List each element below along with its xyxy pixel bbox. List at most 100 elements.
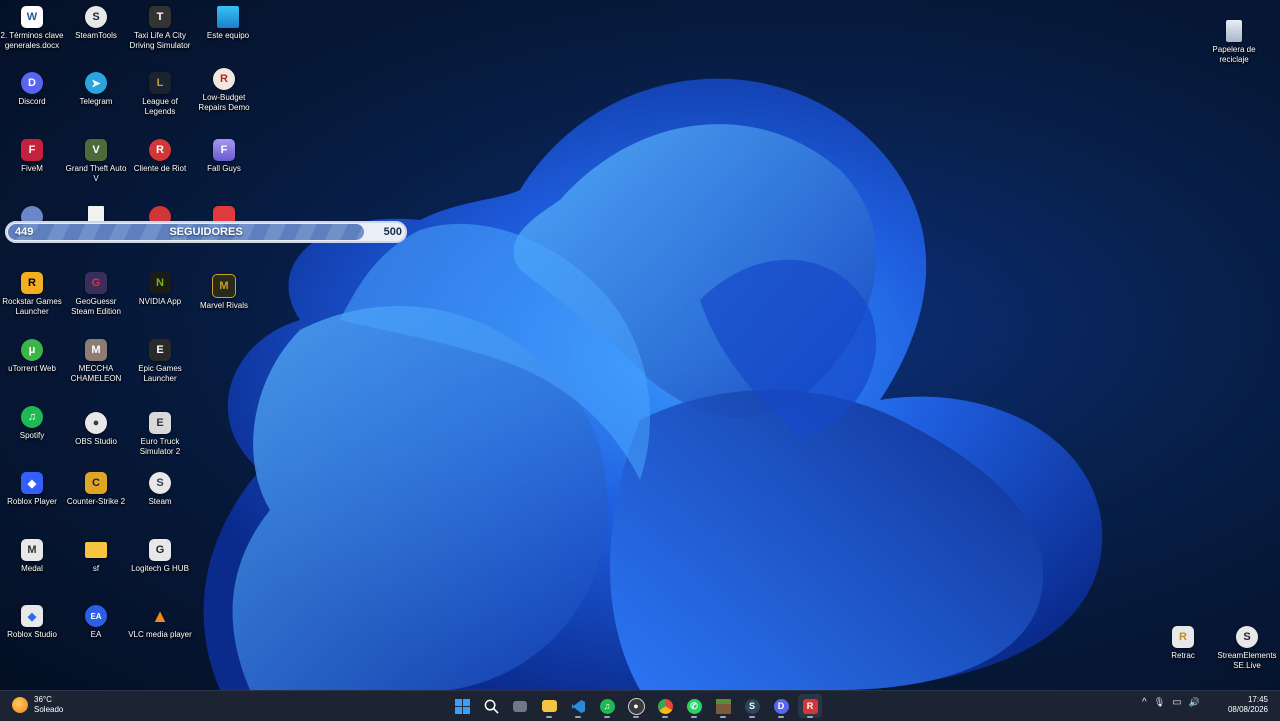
desktop-icon-lowbudget[interactable]: R Low-Budget Repairs Demo: [192, 68, 256, 113]
task-view-button[interactable]: [508, 694, 532, 718]
desktop-icon-gta[interactable]: V Grand Theft Auto V: [64, 139, 128, 184]
counter-strike-icon: C: [85, 472, 107, 494]
league-icon: L: [149, 72, 171, 94]
taskbar-file-explorer[interactable]: [537, 694, 561, 718]
nvidia-icon: N: [149, 272, 171, 294]
steam-icon: S: [149, 472, 171, 494]
telegram-icon: ➤: [85, 72, 107, 94]
taskbar-discord[interactable]: D: [769, 694, 793, 718]
desktop-icon-steamtools[interactable]: S SteamTools: [64, 6, 128, 41]
desktop-icon-spotify[interactable]: ♫ Spotify: [0, 406, 64, 441]
medal-icon: M: [21, 539, 43, 561]
taskbar-obs[interactable]: ●: [624, 694, 648, 718]
riot-icon: R: [149, 139, 171, 161]
desktop-icon-nvidia[interactable]: N NVIDIA App: [128, 272, 192, 307]
desktop-icon-rockstar[interactable]: R Rockstar Games Launcher: [0, 272, 64, 317]
desktop-icon-label: Euro Truck Simulator 2: [139, 437, 181, 456]
desktop-icon-label: Low-Budget Repairs Demo: [198, 93, 250, 112]
search-button[interactable]: [479, 694, 503, 718]
desktop-icon-taxi[interactable]: T Taxi Life A City Driving Simulator: [128, 6, 192, 51]
desktop-icon-label: Medal: [21, 564, 43, 573]
desktop-icon-este-equipo[interactable]: Este equipo: [196, 6, 260, 41]
taskbar-vscode[interactable]: [566, 694, 590, 718]
desktop-icon-label: FiveM: [21, 164, 43, 173]
desktop-icon-marvel[interactable]: M Marvel Rivals: [192, 274, 256, 311]
desktop-icon-ets2[interactable]: E Euro Truck Simulator 2: [128, 412, 192, 457]
desktop-icon-label: Discord: [18, 97, 46, 106]
desktop-icon-vlc[interactable]: ▲ VLC media player: [128, 605, 192, 640]
clock[interactable]: 17:45 08/08/2026: [1228, 695, 1268, 715]
desktop-icon-label: Rockstar Games Launcher: [2, 297, 62, 316]
desktop-icon-streamelements[interactable]: S StreamElements SE.Live: [1215, 626, 1279, 671]
volume-icon[interactable]: 🔊: [1189, 697, 1200, 708]
desktop-icon-obs[interactable]: ● OBS Studio: [64, 412, 128, 447]
taskbar-riot[interactable]: R: [798, 694, 822, 718]
desktop-icon-geoguessr[interactable]: G GeoGuessr Steam Edition: [64, 272, 128, 317]
recycle-bin-icon: [1226, 20, 1242, 42]
taskbar: 36°C Soleado ♫ ● ✆ S D R ^ 🎙 ▭ 🔊 17:45 0…: [0, 690, 1280, 721]
desktop-icon-label: League of Legends: [142, 97, 178, 116]
taskbar-chrome[interactable]: [653, 694, 677, 718]
start-button[interactable]: [450, 694, 474, 718]
network-icon[interactable]: ▭: [1172, 697, 1181, 708]
desktop-icon-roblox[interactable]: ◆ Roblox Player: [0, 472, 64, 507]
ea-icon: EA: [85, 605, 107, 627]
monitor-icon: [217, 6, 239, 28]
spotify-icon: ♫: [21, 406, 43, 428]
desktop-icon-folder-sf[interactable]: sf: [64, 539, 128, 574]
desktop-icon-papelera[interactable]: Papelera de reciclaje: [1202, 20, 1266, 65]
desktop-icon-lol[interactable]: L League of Legends: [128, 72, 192, 117]
taskbar-steam[interactable]: S: [740, 694, 764, 718]
show-hidden-icons-chevron-icon[interactable]: ^: [1142, 697, 1147, 708]
desktop-icon-label: sf: [92, 564, 100, 573]
desktop-icon-label: Marvel Rivals: [199, 301, 248, 310]
desktop-icon-utorrent[interactable]: μ uTorrent Web: [0, 339, 64, 374]
chrome-icon: [657, 698, 673, 714]
fivem-icon: F: [21, 139, 43, 161]
desktop-icon-telegram[interactable]: ➤ Telegram: [64, 72, 128, 107]
desktop-icon-label: Este equipo: [206, 31, 250, 40]
desktop-icon-label: Counter-Strike 2: [66, 497, 126, 506]
desktop-icon-label: Taxi Life A City Driving Simulator: [129, 31, 191, 50]
desktop-icon-label: MECCHA CHAMELEON: [70, 364, 122, 383]
desktop-icon-medal[interactable]: M Medal: [0, 539, 64, 574]
desktop-icon-fallguys[interactable]: F Fall Guys: [192, 139, 256, 174]
euro-truck-icon: E: [149, 412, 171, 434]
desktop-icon-riot[interactable]: R Cliente de Riot: [128, 139, 192, 174]
desktop-icon-robloxstudio[interactable]: ◆ Roblox Studio: [0, 605, 64, 640]
desktop-icon-label: Retrac: [1171, 651, 1195, 660]
steam-icon: S: [744, 698, 760, 714]
meccha-chameleon-icon: M: [85, 339, 107, 361]
desktop-icon-discord[interactable]: D Discord: [0, 72, 64, 107]
desktop-icon-cs2[interactable]: C Counter-Strike 2: [64, 472, 128, 507]
word-doc-icon: W: [21, 6, 43, 28]
vlc-cone-icon: ▲: [151, 605, 169, 626]
desktop-icon-meccha[interactable]: M MECCHA CHAMELEON: [64, 339, 128, 384]
desktop-icon-label: Telegram: [79, 97, 113, 106]
desktop-icon-label: Fall Guys: [207, 164, 241, 173]
taskbar-spotify[interactable]: ♫: [595, 694, 619, 718]
desktop-icon-ghub[interactable]: G Logitech G HUB: [128, 539, 192, 574]
taskbar-whatsapp[interactable]: ✆: [682, 694, 706, 718]
desktop-icon-label: Roblox Player: [7, 497, 57, 506]
desktop-icon-ea[interactable]: EA EA: [64, 605, 128, 640]
windows-logo-icon: [454, 698, 470, 714]
desktop-icon-label: Grand Theft Auto V: [65, 164, 127, 183]
desktop-icon-fivem[interactable]: F FiveM: [0, 139, 64, 174]
weather-widget[interactable]: 36°C Soleado: [12, 695, 63, 715]
taskbar-minecraft[interactable]: [711, 694, 735, 718]
desktop-icon-doc[interactable]: W 2. Términos clave generales.docx: [0, 6, 64, 51]
desktop-icon-label: Papelera de reciclaje: [1212, 45, 1256, 64]
desktop-icon-label: OBS Studio: [75, 437, 117, 446]
microphone-icon[interactable]: 🎙: [1154, 697, 1165, 708]
desktop-icon-label: EA: [90, 630, 102, 639]
desktop-icon-steam[interactable]: S Steam: [128, 472, 192, 507]
streamelements-icon: S: [1236, 626, 1258, 648]
desktop-icon-epic[interactable]: E Epic Games Launcher: [128, 339, 192, 384]
desktop-icon-label: NVIDIA App: [138, 297, 182, 306]
desktop-icon-label: SteamTools: [75, 31, 117, 40]
desktop-icon-retrac[interactable]: R Retrac: [1151, 626, 1215, 661]
riot-icon: R: [802, 698, 818, 714]
taxi-life-icon: T: [149, 6, 171, 28]
whatsapp-icon: ✆: [686, 698, 702, 714]
